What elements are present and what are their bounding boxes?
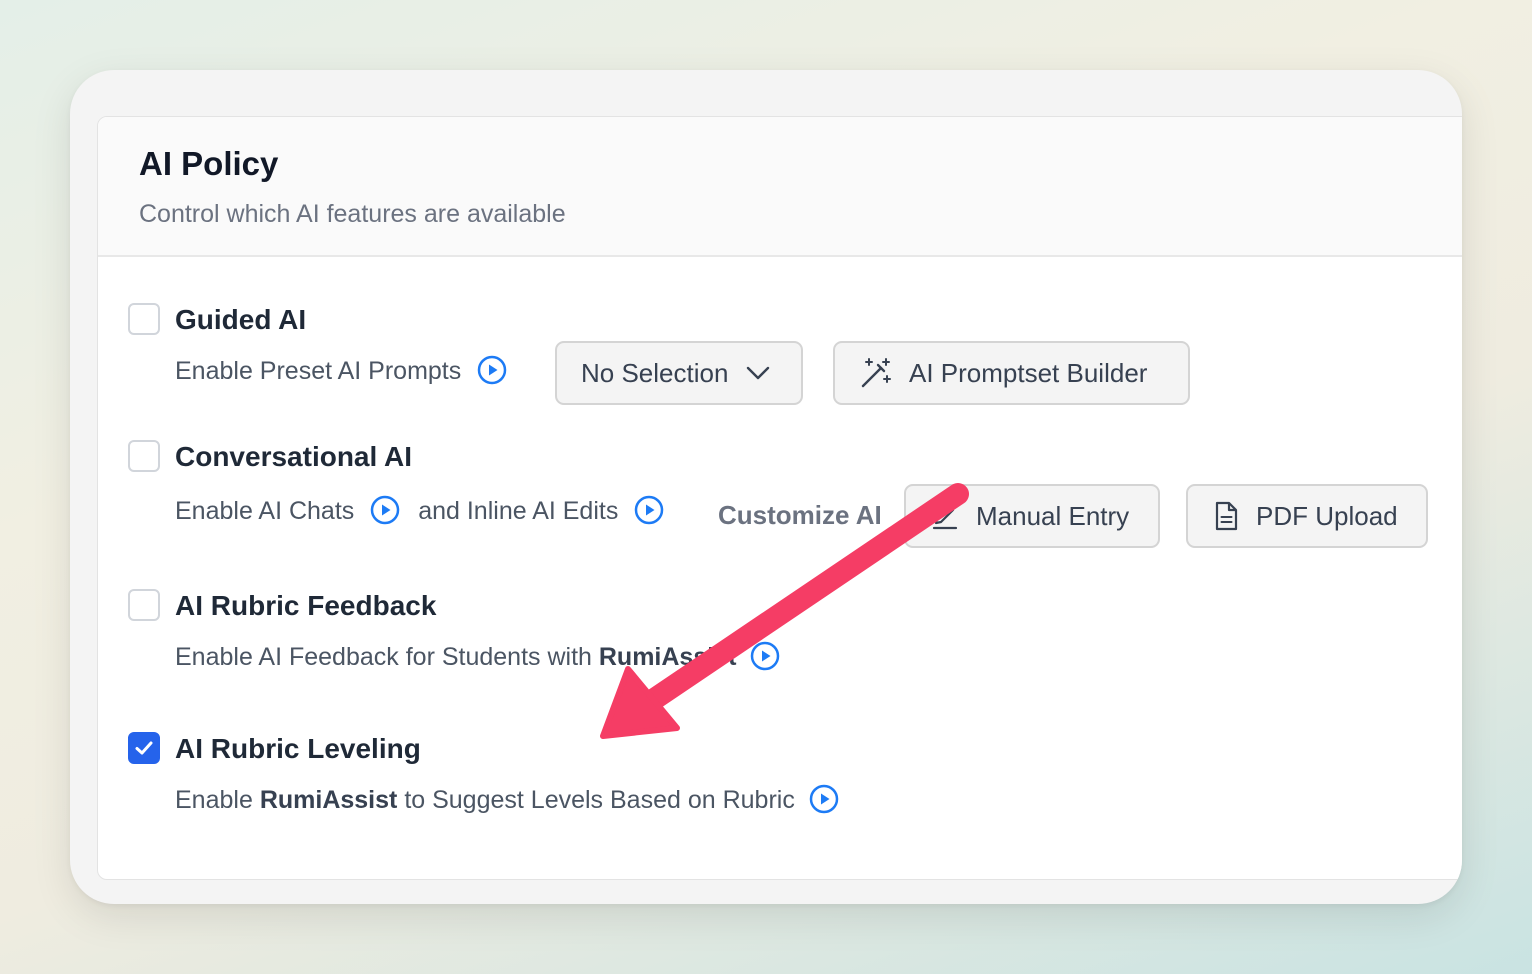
ai-promptset-builder-button[interactable]: AI Promptset Builder	[833, 341, 1190, 405]
settings-card: AI Policy Control which AI features are …	[70, 70, 1462, 904]
manual-entry-label: Manual Entry	[976, 500, 1130, 531]
play-circle-icon[interactable]	[633, 494, 665, 526]
manual-entry-button[interactable]: Manual Entry	[904, 484, 1160, 548]
ai-policy-panel: AI Policy Control which AI features are …	[97, 116, 1462, 880]
page-title: AI Policy	[139, 145, 279, 182]
conversational-ai-title: Conversational AI	[175, 441, 413, 472]
promptset-dropdown-value: No Selection	[581, 357, 729, 388]
ai-rubric-feedback-checkbox[interactable]	[128, 589, 160, 621]
leveling-description-prefix: Enable	[175, 786, 253, 814]
feedback-description-text: Enable AI Feedback for Students with	[175, 643, 592, 671]
customize-ai-label: Customize AI	[718, 500, 882, 530]
play-circle-icon[interactable]	[476, 354, 508, 386]
pdf-upload-label: PDF Upload	[1256, 500, 1398, 531]
leveling-brand-name: RumiAssist	[259, 786, 398, 814]
ai-chats-text: Enable AI Chats	[175, 497, 355, 525]
guided-ai-description: Enable Preset AI Prompts	[175, 354, 508, 386]
play-circle-icon[interactable]	[808, 783, 840, 815]
pencil-icon	[930, 501, 960, 531]
document-icon	[1212, 501, 1240, 531]
ai-rubric-leveling-title: AI Rubric Leveling	[175, 733, 421, 764]
ai-promptset-builder-label: AI Promptset Builder	[909, 357, 1148, 388]
chevron-down-icon	[746, 365, 770, 381]
magic-wand-icon	[859, 356, 893, 390]
ai-rubric-leveling-description: Enable RumiAssist to Suggest Levels Base…	[175, 783, 840, 815]
guided-ai-checkbox[interactable]	[128, 303, 160, 335]
play-circle-icon[interactable]	[749, 640, 781, 672]
checkmark-icon	[135, 741, 153, 755]
play-circle-icon[interactable]	[369, 494, 401, 526]
ai-rubric-leveling-checkbox[interactable]	[128, 732, 160, 764]
ai-rubric-feedback-description: Enable AI Feedback for Students with Rum…	[175, 640, 781, 672]
feedback-brand-name: RumiAssist	[598, 643, 737, 671]
conversational-ai-checkbox[interactable]	[128, 440, 160, 472]
conversational-ai-description: Enable AI Chats and Inline AI Edits	[175, 494, 665, 526]
guided-ai-title: Guided AI	[175, 304, 307, 335]
page-subtitle: Control which AI features are available	[139, 200, 566, 228]
ai-rubric-feedback-title: AI Rubric Feedback	[175, 590, 437, 621]
panel-header: AI Policy Control which AI features are …	[98, 117, 1462, 257]
pdf-upload-button[interactable]: PDF Upload	[1186, 484, 1428, 548]
promptset-dropdown[interactable]: No Selection	[555, 341, 803, 405]
guided-ai-description-text: Enable Preset AI Prompts	[175, 357, 462, 385]
leveling-description-suffix: to Suggest Levels Based on Rubric	[404, 786, 795, 814]
inline-edits-text: and Inline AI Edits	[418, 497, 619, 525]
